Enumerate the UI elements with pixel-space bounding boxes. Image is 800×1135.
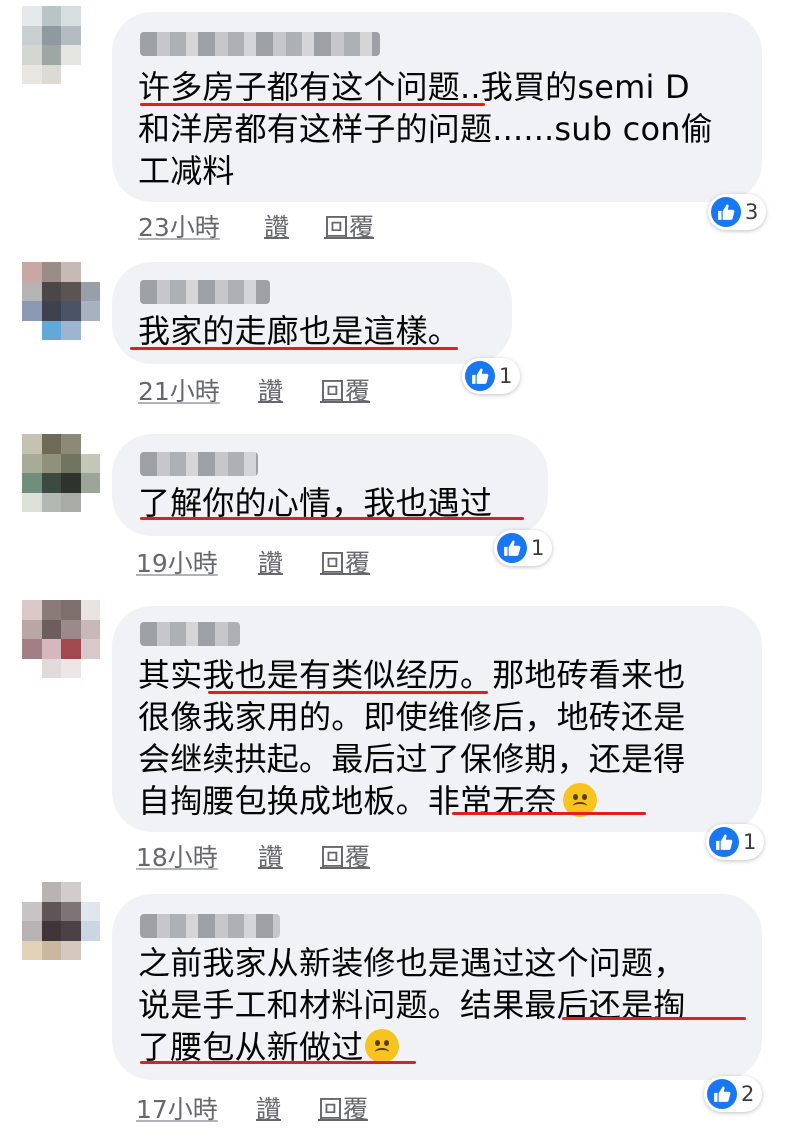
highlight-underline [208,691,488,694]
highlight-underline [140,517,524,520]
avatar[interactable] [22,882,100,960]
frowning-face-emoji [365,1029,400,1063]
reply-button[interactable]: 回覆 [318,1090,368,1126]
like-button[interactable]: 讚 [258,838,283,874]
comment-text: 其实我也是有类似经历。那地砖看来也 很像我家用的。即使维修后，地砖还是 会继续拱… [138,656,686,820]
author-name[interactable] [140,622,240,646]
avatar[interactable] [22,434,100,512]
highlight-underline [452,812,646,815]
like-button[interactable]: 讚 [256,1090,281,1126]
author-name[interactable] [140,32,380,56]
author-name[interactable] [140,280,270,304]
timestamp[interactable]: 17小時 [136,1095,218,1124]
highlight-underline [140,1061,416,1064]
highlight-underline [562,1017,746,1020]
highlight-underline [140,103,485,106]
avatar[interactable] [22,600,100,678]
like-button[interactable]: 讚 [264,208,289,244]
author-name[interactable] [140,452,258,476]
timestamp[interactable]: 23小時 [138,213,220,242]
comment-text: 之前我家从新装修也是遇过这个问题， 说是手工和材料问题。结果最后还是掏 了腰包从… [138,944,686,1066]
reply-button[interactable]: 回覆 [324,208,374,244]
reply-button[interactable]: 回覆 [320,544,370,580]
comment-meta: 21小時 讚 回覆 [138,372,738,406]
timestamp[interactable]: 19小時 [136,549,218,578]
timestamp[interactable]: 18小時 [136,843,218,872]
avatar[interactable] [22,6,100,84]
timestamp[interactable]: 21小時 [138,377,220,406]
like-button[interactable]: 讚 [258,544,283,580]
highlight-underline [130,347,458,350]
comment-meta: 23小時 讚 回覆 [138,208,738,242]
like-button[interactable]: 讚 [258,372,283,408]
comment-text: 我家的走廊也是這樣。 [138,312,461,350]
comment-meta: 19小時 讚 回覆 [136,544,736,578]
author-name[interactable] [140,914,280,938]
comment-text: 许多房子都有这个问题..我買的semi D 和洋房都有这样子的问题......s… [138,68,713,190]
reply-button[interactable]: 回覆 [320,838,370,874]
comment-meta: 17小時 讚 回覆 [136,1090,736,1124]
comment-meta: 18小時 讚 回覆 [136,838,736,872]
reply-button[interactable]: 回覆 [320,372,370,408]
avatar[interactable] [22,262,100,340]
